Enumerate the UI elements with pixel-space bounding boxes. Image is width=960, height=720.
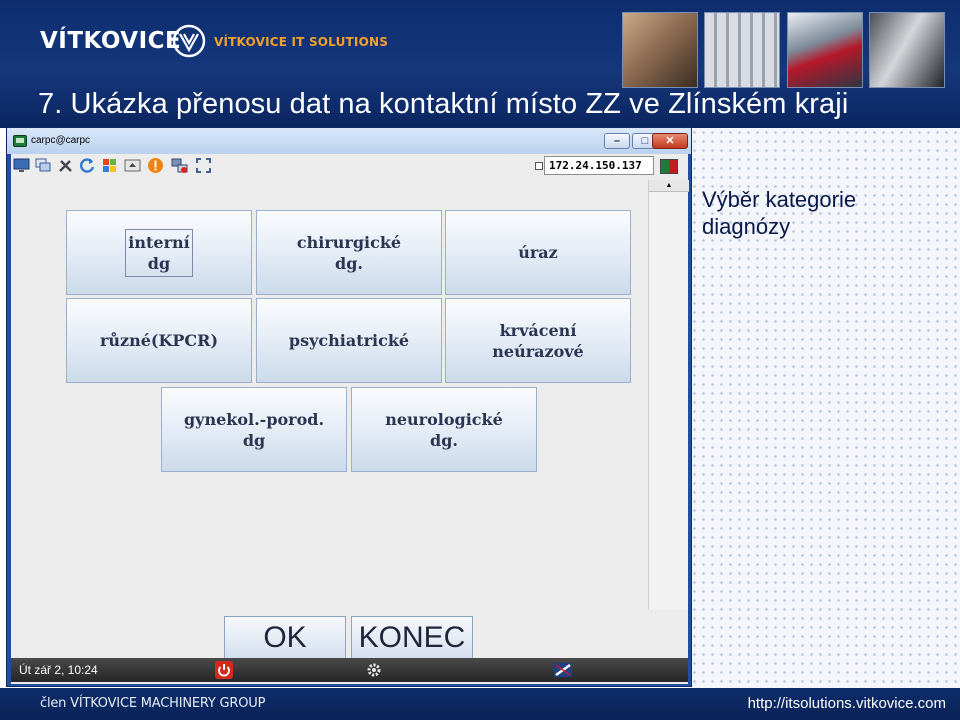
ip-checkbox[interactable] (535, 162, 543, 170)
side-caption: Výběr kategorie diagnózy (702, 187, 857, 239)
toolbar: 172.24.150.137 (11, 154, 688, 180)
vitkovice-logo-icon (172, 24, 206, 58)
category-label: různé(KPCR) (99, 331, 219, 350)
fullscreen-icon[interactable] (195, 157, 212, 174)
slide-footer: člen VÍTKOVICE MACHINERY GROUP http://it… (0, 688, 960, 720)
power-icon[interactable] (215, 661, 233, 679)
app-icon (13, 135, 27, 147)
close-button[interactable]: ✕ (652, 133, 688, 149)
photo-hands-keyboard (622, 12, 698, 88)
window-titlebar[interactable]: carpc@carpc – □ ✕ (7, 128, 691, 154)
category-button-interni[interactable]: interní dg (66, 210, 252, 295)
tools-icon[interactable] (57, 157, 74, 174)
photo-server-room (704, 12, 780, 88)
window-client-area: 172.24.150.137 interní dg chirurgické dg… (11, 154, 689, 684)
keyboard-layout-icon[interactable] (554, 661, 572, 679)
category-button-chirurgicke[interactable]: chirurgické dg. (256, 210, 442, 295)
category-button-neurologicke[interactable]: neurologické dg. (351, 387, 537, 472)
slide-header: VÍTKOVICE VÍTKOVICE IT SOLUTIONS 7. Ukáz… (0, 0, 960, 128)
windows-icon[interactable] (35, 157, 52, 174)
alert-icon[interactable] (147, 157, 164, 174)
category-button-ruzne[interactable]: různé(KPCR) (66, 298, 252, 383)
category-label: interní dg (125, 228, 193, 277)
category-label: psychiatrické (288, 331, 410, 350)
windows-flag-icon[interactable] (101, 157, 118, 174)
category-label: chirurgické dg. (296, 232, 402, 273)
remote-desktop-window: carpc@carpc – □ ✕ 172.24.150.137 interní… (6, 127, 692, 687)
status-bar: Út zář 2, 10:24 (11, 658, 688, 682)
refresh-icon[interactable] (79, 157, 96, 174)
vertical-scrollbar[interactable]: ▲ (648, 180, 689, 610)
network-icon[interactable] (171, 157, 188, 174)
monitor-icon[interactable] (13, 157, 30, 174)
window-title: carpc@carpc (31, 135, 91, 146)
category-button-uraz[interactable]: úraz (445, 210, 631, 295)
photo-technician (787, 12, 863, 88)
category-label: gynekol.-porod. dg (183, 409, 325, 450)
photo-laptop-typing (869, 12, 945, 88)
status-datetime: Út zář 2, 10:24 (19, 663, 98, 677)
scroll-up-arrow-icon[interactable]: ▲ (649, 180, 689, 192)
footer-url[interactable]: http://itsolutions.vitkovice.com (748, 695, 946, 712)
ip-address-field[interactable]: 172.24.150.137 (544, 156, 654, 175)
it-solutions-logo-text: VÍTKOVICE IT SOLUTIONS (214, 35, 389, 49)
category-button-krvaceni[interactable]: krvácení neúrazové (445, 298, 631, 383)
slide-title: 7. Ukázka přenosu dat na kontaktní místo… (38, 88, 849, 120)
category-panel: interní dg chirurgické dg. úraz různé(KP… (11, 180, 647, 636)
connection-status-icon (660, 159, 678, 174)
category-label: krvácení neúrazové (492, 320, 584, 361)
eject-icon[interactable] (124, 157, 141, 174)
footer-group-text: člen VÍTKOVICE MACHINERY GROUP (40, 696, 266, 711)
category-button-gynekol[interactable]: gynekol.-porod. dg (161, 387, 347, 472)
category-label: neurologické dg. (385, 409, 503, 450)
vitkovice-logo-text: VÍTKOVICE (40, 28, 182, 54)
settings-gear-icon[interactable] (365, 661, 383, 679)
ok-button[interactable]: OK (224, 616, 346, 660)
minimize-button[interactable]: – (604, 133, 630, 149)
category-button-psychiatricke[interactable]: psychiatrické (256, 298, 442, 383)
category-label: úraz (518, 243, 558, 262)
konec-button[interactable]: KONEC (351, 616, 473, 660)
